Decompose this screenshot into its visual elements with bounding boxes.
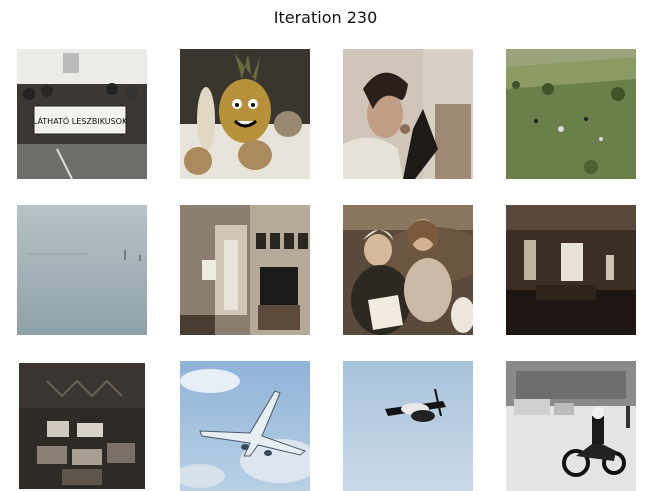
- image-hallway-room: [180, 205, 310, 335]
- image-foggy-water: [17, 205, 147, 335]
- image-women-reading: [343, 205, 473, 335]
- image-jet-airplane: [180, 361, 310, 491]
- image-fruit-faces: [180, 49, 310, 179]
- svg-text:LÁTHATÓ LESZBIKUSOK: LÁTHATÓ LESZBIKUSOK: [33, 115, 128, 126]
- figure-title: Iteration 230: [273, 8, 378, 27]
- image-tiled-room: [17, 361, 147, 491]
- image-police-motorcycle: [506, 361, 636, 491]
- image-green-field: [506, 49, 636, 179]
- image-grid: LÁTHATÓ LESZBIKUSOK: [17, 49, 636, 491]
- image-protest-crowd: LÁTHATÓ LESZBIKUSOK: [17, 49, 147, 179]
- image-woman-eating: [343, 49, 473, 179]
- image-dark-interior: [506, 205, 636, 335]
- image-snowboarder: [343, 361, 473, 491]
